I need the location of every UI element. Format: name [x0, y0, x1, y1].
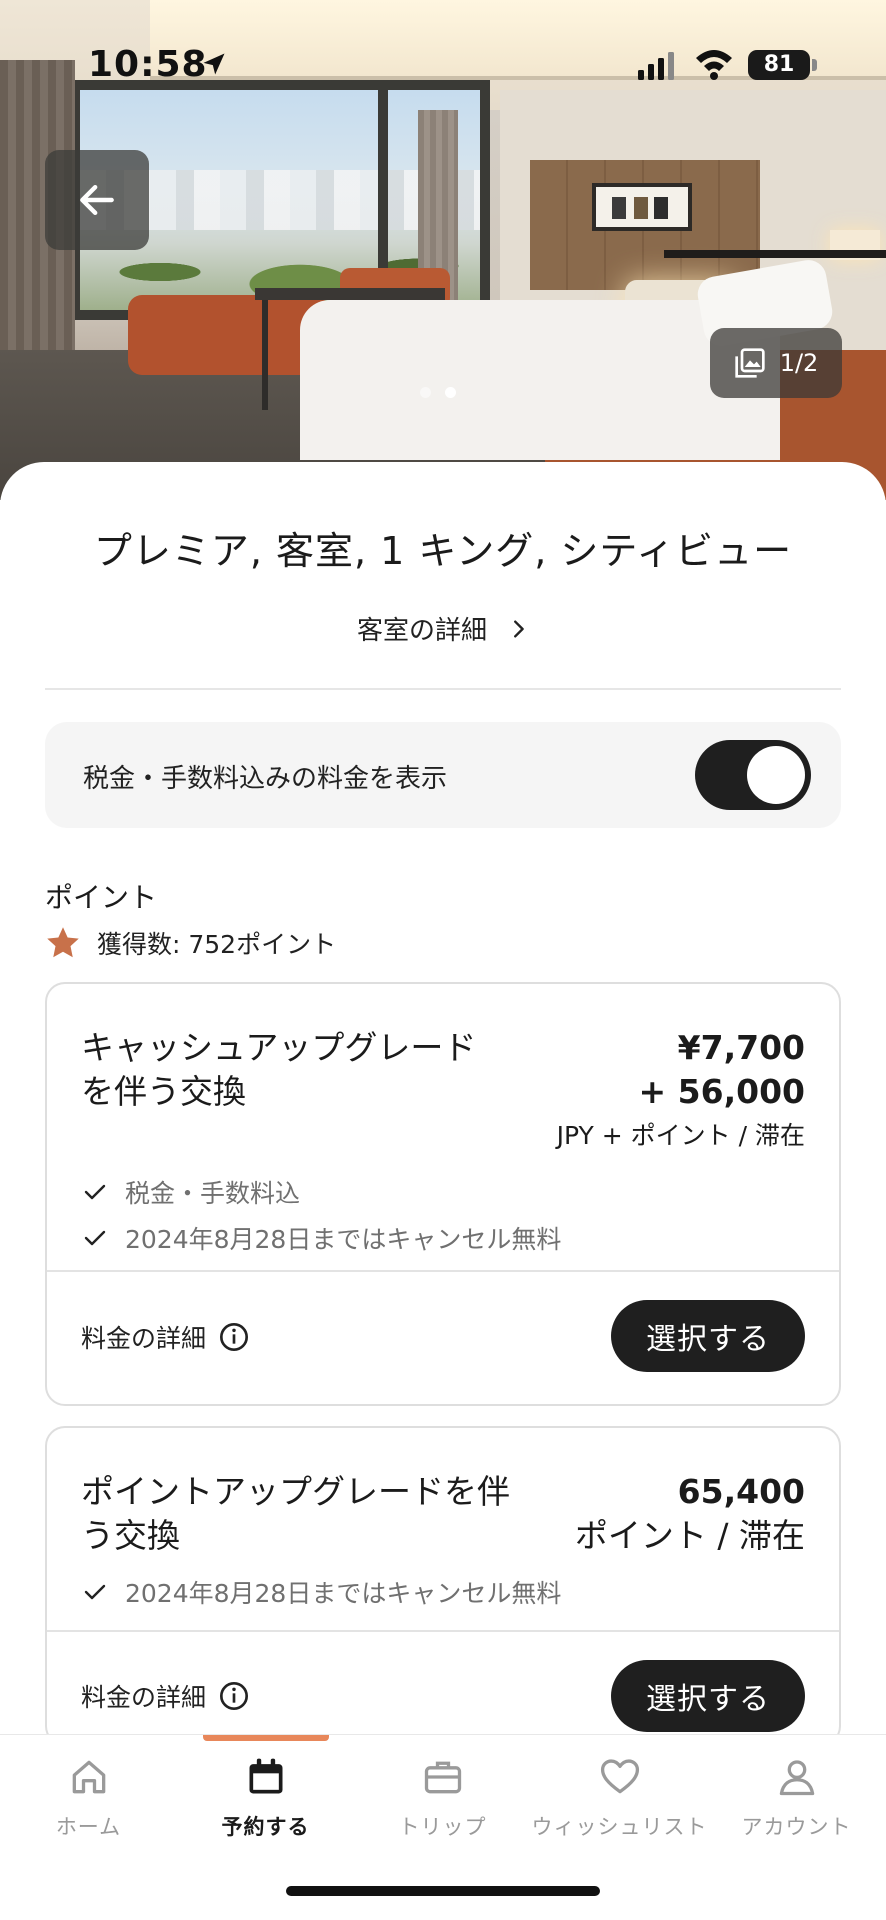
active-tab-indicator [203, 1735, 329, 1741]
pagination-dot-active[interactable] [445, 387, 456, 398]
tab-label: ホーム [55, 1815, 122, 1839]
rate-perk-text: 税金・手数料込 [125, 1179, 301, 1208]
rate-name: ポイントアップグレードを伴う交換 [81, 1472, 510, 1555]
cellular-signal-icon [638, 52, 674, 80]
tab-book[interactable]: 予約する [177, 1755, 354, 1865]
back-button[interactable] [45, 150, 149, 250]
fare-details-label: 料金の詳細 [81, 1324, 207, 1353]
pagination-dot[interactable] [420, 387, 431, 398]
rate-name: キャッシュアップグレードを伴う交換 [81, 1028, 477, 1111]
points-earn-row: 獲得数: 752ポイント [45, 925, 336, 961]
rate-perk: 税金・手数料込 [83, 1174, 300, 1210]
fare-details-link[interactable]: 料金の詳細 [81, 1678, 250, 1714]
rate-unit: JPY + ポイント / 滞在 [556, 1121, 805, 1150]
location-arrow-icon [203, 53, 225, 75]
rate-card-points-upgrade: ポイントアップグレードを伴う交換 65,400 ポイント / 滞在 2024年8… [45, 1426, 841, 1746]
fare-details-link[interactable]: 料金の詳細 [81, 1319, 250, 1355]
tax-toggle-row: 税金・手数料込みの料金を表示 [45, 722, 841, 828]
rate-unit: ポイント / 滞在 [574, 1516, 805, 1555]
rate-perk: 2024年8月28日まではキャンセル無料 [83, 1574, 561, 1610]
card-divider [47, 1270, 839, 1272]
tab-label: 予約する [221, 1815, 310, 1839]
points-earn-text: 獲得数: 752ポイント [97, 930, 337, 959]
points-heading: ポイント [45, 881, 158, 914]
tab-wishlist[interactable]: ウィッシュリスト [531, 1755, 708, 1865]
status-bar: 10:58 81 [0, 0, 886, 130]
rate-perk-text: 2024年8月28日まではキャンセル無料 [125, 1225, 562, 1254]
rate-card-cash-upgrade: キャッシュアップグレードを伴う交換 ¥7,700 + 56,000 JPY + … [45, 982, 841, 1406]
photo-desk-leg [262, 300, 268, 410]
rate-perk-text: 2024年8月28日まではキャンセル無料 [125, 1579, 562, 1608]
toggle-knob [747, 746, 805, 804]
info-icon [220, 1682, 249, 1710]
check-icon [84, 1184, 106, 1200]
briefcase-icon [424, 1761, 461, 1794]
home-icon [72, 1760, 105, 1794]
fare-details-label: 料金の詳細 [81, 1683, 207, 1712]
card-divider [47, 1630, 839, 1632]
home-indicator [286, 1886, 600, 1896]
rate-price-points: + 56,000 [638, 1072, 805, 1111]
photo-pagination [420, 387, 456, 398]
rate-perk: 2024年8月28日まではキャンセル無料 [83, 1220, 561, 1256]
photo-rail [664, 250, 886, 258]
tab-label: ウィッシュリスト [531, 1815, 708, 1839]
star-icon [47, 927, 79, 958]
tab-trips[interactable]: トリップ [354, 1755, 531, 1865]
tab-account[interactable]: アカウント [708, 1755, 885, 1865]
photo-artwork [592, 183, 692, 231]
rate-price-cash: ¥7,700 [677, 1028, 805, 1067]
info-icon [220, 1323, 249, 1351]
tab-label: トリップ [398, 1815, 487, 1839]
photo-desk [255, 288, 445, 300]
check-icon [84, 1230, 106, 1246]
arrow-left-icon [80, 184, 114, 216]
room-details-link[interactable]: 客室の詳細 [0, 610, 886, 647]
battery-tip [812, 59, 817, 71]
room-title: プレミア, 客室, 1 キング, シティビュー [93, 529, 793, 573]
battery-icon: 81 [748, 50, 810, 80]
tax-toggle-switch[interactable] [695, 740, 811, 810]
check-icon [84, 1584, 106, 1600]
photo-sofa [128, 295, 328, 375]
rate-price: 65,400 [677, 1472, 805, 1511]
rate-price: ¥7,700 + 56,000 [639, 1026, 805, 1114]
tab-label: アカウント [741, 1815, 852, 1839]
chevron-right-icon [514, 619, 524, 638]
select-button[interactable]: 選択する [611, 1660, 805, 1732]
heart-icon [600, 1759, 639, 1794]
calendar-icon [249, 1758, 282, 1794]
section-divider [45, 688, 841, 690]
gallery-icon [735, 348, 765, 378]
photo-gallery-button[interactable]: 1/2 [710, 328, 842, 398]
wifi-icon [696, 50, 732, 80]
tab-home[interactable]: ホーム [0, 1755, 177, 1865]
status-time: 10:58 [88, 44, 208, 85]
room-details-label: 客室の詳細 [356, 616, 487, 646]
user-icon [779, 1760, 814, 1796]
gallery-counter: 1/2 [779, 349, 819, 377]
select-button[interactable]: 選択する [611, 1300, 805, 1372]
tax-toggle-label: 税金・手数料込みの料金を表示 [83, 764, 448, 794]
